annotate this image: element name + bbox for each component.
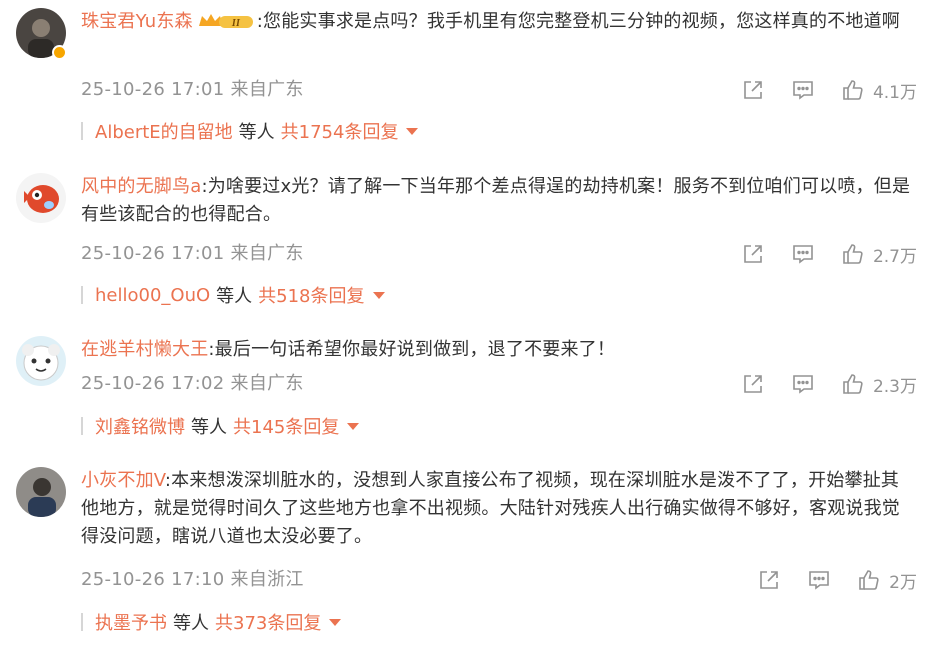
reply-summary[interactable]: 执墨予书 等人 共373条回复 (81, 608, 342, 636)
thumbs-up-icon (843, 374, 863, 394)
like-button[interactable]: 2.7万 (841, 242, 917, 267)
comment-button[interactable] (807, 568, 831, 592)
reply-divider (81, 417, 83, 435)
comment-actions: 4.1万 (741, 76, 917, 104)
comment-actions: 2万 (757, 566, 917, 594)
reply-username[interactable]: 执墨予书 (95, 609, 167, 635)
comment-location: 来自浙江 (230, 569, 304, 590)
comment-text: :最后一句话希望你最好说到做到，退了不要来了！ (208, 339, 616, 360)
like-button[interactable]: 2万 (857, 568, 917, 593)
reply-summary[interactable]: AlbertE的自留地 等人 共1754条回复 (81, 117, 419, 145)
reply-suffix: 等人 (216, 286, 253, 307)
comment-item: 珠宝君Yu东森 II :您能实事求是点吗？我手机里有您完整登机三分钟的视频，您这样真… (0, 0, 935, 160)
like-button[interactable]: 2.3万 (841, 372, 917, 397)
comment-body: 在逃羊村懒大王:最后一句话希望你最好说到做到，退了不要来了！ (81, 336, 917, 364)
comment-timestamp: 25-10-26 17:02 (81, 373, 225, 394)
like-count: 2.3万 (872, 376, 917, 397)
comment-username[interactable]: 珠宝君Yu东森 (81, 11, 193, 32)
like-count: 2.7万 (872, 246, 917, 267)
reply-username[interactable]: AlbertE的自留地 (95, 118, 233, 144)
comment-username[interactable]: 在逃羊村懒大王 (81, 339, 208, 360)
comment-body: 风中的无脚鸟a:为啥要过x光？请了解一下当年那个差点得逞的劫持机案！服务不到位咱… (81, 173, 917, 229)
comment-item: 在逃羊村懒大王:最后一句话希望你最好说到做到，退了不要来了！ 25-10-26 … (0, 320, 935, 450)
comment-timestamp: 25-10-26 17:01 (81, 243, 225, 264)
comment-actions: 2.3万 (741, 370, 917, 398)
avatar[interactable] (16, 173, 66, 223)
caret-down-icon[interactable] (347, 422, 360, 430)
comment-button[interactable] (791, 78, 815, 102)
caret-down-icon[interactable] (372, 291, 385, 299)
caret-down-icon[interactable] (329, 618, 342, 626)
share-button[interactable] (741, 78, 765, 102)
vip-badge-label: II (231, 18, 241, 29)
comment-body: 珠宝君Yu东森 II :您能实事求是点吗？我手机里有您完整登机三分钟的视频，您这样真… (81, 8, 917, 36)
comment-username[interactable]: 小灰不加V (81, 470, 165, 491)
verified-badge-icon (52, 45, 67, 60)
thumbs-up-icon (843, 244, 863, 264)
comment-meta: 25-10-26 17:10 来自浙江 (81, 566, 304, 594)
reply-divider (81, 122, 83, 140)
reply-summary[interactable]: 刘鑫铭微博 等人 共145条回复 (81, 412, 360, 440)
comment-location: 来自广东 (230, 243, 304, 264)
share-icon (744, 245, 762, 263)
share-button[interactable] (741, 242, 765, 266)
comment-body: 小灰不加V:本来想泼深圳脏水的，没想到人家直接公布了视频，现在深圳脏水是泼不了了… (81, 467, 917, 551)
reply-count-link[interactable]: 共373条回复 (215, 609, 321, 635)
comment-meta: 25-10-26 17:02 来自广东 (81, 370, 304, 398)
comment-button[interactable] (791, 242, 815, 266)
comment-item: 风中的无脚鸟a:为啥要过x光？请了解一下当年那个差点得逞的劫持机案！服务不到位咱… (0, 160, 935, 320)
comment-timestamp: 25-10-26 17:10 (81, 569, 225, 590)
comment-meta: 25-10-26 17:01 来自广东 (81, 240, 304, 268)
comment-item: 小灰不加V:本来想泼深圳脏水的，没想到人家直接公布了视频，现在深圳脏水是泼不了了… (0, 450, 935, 645)
comment-text: :本来想泼深圳脏水的，没想到人家直接公布了视频，现在深圳脏水是泼不了了，开始攀扯… (81, 470, 900, 547)
reply-suffix: 等人 (238, 122, 275, 143)
comment-actions: 2.7万 (741, 240, 917, 268)
share-button[interactable] (757, 568, 781, 592)
thumbs-up-icon (859, 570, 879, 590)
reply-count-link[interactable]: 共518条回复 (258, 282, 364, 308)
comment-timestamp: 25-10-26 17:01 (81, 79, 225, 100)
vip-crown-badge-icon: II (198, 14, 253, 29)
comment-text: :为啥要过x光？请了解一下当年那个差点得逞的劫持机案！服务不到位咱们可以喷，但是… (81, 176, 911, 225)
comment-icon (809, 571, 829, 590)
comment-username[interactable]: 风中的无脚鸟a (81, 176, 201, 197)
like-count: 2万 (889, 572, 917, 593)
comment-text: :您能实事求是点吗？我手机里有您完整登机三分钟的视频，您这样真的不地道啊 (256, 11, 901, 32)
share-button[interactable] (741, 372, 765, 396)
comment-meta: 25-10-26 17:01 来自广东 (81, 76, 304, 104)
comment-location: 来自广东 (230, 79, 304, 100)
reply-count-link[interactable]: 共1754条回复 (281, 118, 399, 144)
share-icon (744, 81, 762, 99)
share-icon (760, 571, 778, 589)
comment-icon (793, 81, 813, 100)
comment-button[interactable] (791, 372, 815, 396)
like-button[interactable]: 4.1万 (841, 78, 917, 103)
reply-username[interactable]: 刘鑫铭微博 (95, 413, 185, 439)
reply-divider (81, 613, 83, 631)
comment-icon (793, 245, 813, 264)
like-count: 4.1万 (872, 82, 917, 103)
avatar[interactable] (16, 336, 66, 386)
comment-icon (793, 375, 813, 394)
reply-suffix: 等人 (173, 613, 209, 634)
reply-count-link[interactable]: 共145条回复 (233, 413, 339, 439)
comment-location: 来自广东 (230, 373, 304, 394)
caret-down-icon[interactable] (406, 127, 419, 135)
reply-divider (81, 286, 83, 304)
reply-username[interactable]: hello00_OuO (95, 285, 210, 306)
reply-suffix: 等人 (191, 417, 227, 438)
avatar[interactable] (16, 467, 66, 517)
thumbs-up-icon (843, 80, 863, 100)
share-icon (744, 375, 762, 393)
reply-summary[interactable]: hello00_OuO 等人 共518条回复 (81, 281, 385, 309)
